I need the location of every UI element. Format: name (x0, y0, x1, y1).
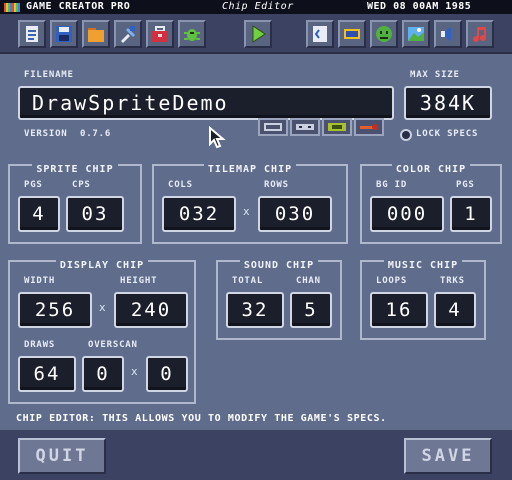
lock-specs-radio[interactable] (400, 129, 412, 141)
new-document-button[interactable] (18, 20, 46, 48)
max-size-label: MAX SIZE (410, 70, 460, 80)
status-hint-text: CHIP EDITOR: THIS ALLOWS YOU TO MODIFY T… (16, 413, 387, 424)
version-value: 0.7.6 (80, 129, 112, 139)
tilemap-times-sign: x (243, 205, 250, 218)
music-editor-button[interactable] (466, 20, 494, 48)
new-document-icon (26, 26, 38, 42)
code-icon (313, 26, 327, 42)
music-trks-label: TRKS (440, 276, 465, 286)
display-times-sign: x (99, 301, 106, 314)
handheld-icon (328, 123, 346, 131)
overscan-times-sign: x (131, 365, 138, 378)
sound-total-field[interactable]: 32 (226, 292, 284, 328)
joystick-icon (360, 124, 378, 130)
save-button[interactable]: SAVE (404, 438, 492, 474)
filename-input[interactable]: DrawSpriteDemo (18, 86, 394, 120)
music-icon (473, 27, 486, 42)
app-name[interactable]: GAME CREATOR PRO (26, 0, 130, 14)
sprite-cps-field[interactable]: 03 (66, 196, 124, 232)
display-overscan-y-field[interactable]: 0 (146, 356, 188, 392)
display-draws-field[interactable]: 64 (18, 356, 76, 392)
version-label: VERSION (24, 129, 68, 139)
tilemap-chip-title: TILEMAP CHIP (203, 164, 297, 175)
bug-icon (184, 29, 200, 41)
cartridge-icon (264, 123, 282, 131)
color-pgs-label: PGS (456, 180, 475, 190)
color-chip-title: COLOR CHIP (391, 164, 471, 175)
music-chip-title: MUSIC CHIP (383, 260, 463, 271)
lock-specs-label: LOCK SPECS (416, 129, 479, 139)
max-size-value[interactable]: 384K (404, 86, 492, 120)
display-width-label: WIDTH (24, 276, 56, 286)
sound-editor-button[interactable] (434, 20, 462, 48)
sound-total-label: TOTAL (232, 276, 264, 286)
save-disk-icon (56, 26, 72, 42)
chip-preset-1-button[interactable] (258, 118, 288, 136)
toolbox-button[interactable] (146, 20, 174, 48)
open-folder-button[interactable] (82, 20, 110, 48)
face-icon (376, 26, 392, 42)
sprite-editor-icon (344, 29, 360, 39)
menu-bar: GAME CREATOR PRO Chip Editor WED 08 00AM… (0, 0, 512, 14)
debug-button[interactable] (178, 20, 206, 48)
tools-button[interactable] (114, 20, 142, 48)
display-overscan-x-field[interactable]: 0 (82, 356, 124, 392)
music-trks-field[interactable]: 4 (434, 292, 476, 328)
image-editor-button[interactable] (402, 20, 430, 48)
toolbox-icon (152, 26, 168, 42)
color-pgs-field[interactable]: 1 (450, 196, 492, 232)
music-loops-label: LOOPS (376, 276, 408, 286)
save-disk-button[interactable] (50, 20, 78, 48)
quit-button[interactable]: QUIT (18, 438, 106, 474)
code-editor-button[interactable] (306, 20, 334, 48)
folder-icon (88, 28, 104, 42)
sound-chan-field[interactable]: 5 (290, 292, 332, 328)
tilemap-cols-field[interactable]: 032 (162, 196, 236, 232)
controller-icon (296, 124, 314, 130)
filename-label: FILENAME (24, 70, 74, 80)
speaker-icon (441, 27, 451, 41)
tilemap-rows-field[interactable]: 030 (258, 196, 332, 232)
sprite-pgs-label: PGS (24, 180, 43, 190)
display-width-field[interactable]: 256 (18, 292, 92, 328)
image-icon (408, 27, 424, 41)
face-editor-button[interactable] (370, 20, 398, 48)
sprite-editor-button[interactable] (338, 20, 366, 48)
color-bgid-label: BG ID (376, 180, 408, 190)
display-overscan-label: OVERSCAN (88, 340, 138, 350)
display-chip-title: DISPLAY CHIP (55, 260, 149, 271)
display-height-field[interactable]: 240 (114, 292, 188, 328)
sprite-pgs-field[interactable]: 4 (18, 196, 60, 232)
sound-chan-label: CHAN (296, 276, 321, 286)
display-draws-label: DRAWS (24, 340, 56, 350)
display-height-label: HEIGHT (120, 276, 158, 286)
clock-datetime: WED 08 00AM 1985 (367, 1, 472, 12)
music-loops-field[interactable]: 16 (370, 292, 428, 328)
sprite-cps-label: CPS (72, 180, 91, 190)
tools-icon (121, 26, 135, 43)
play-button[interactable] (244, 20, 272, 48)
window-title: Chip Editor (222, 1, 294, 12)
app-logo-icon[interactable] (4, 3, 20, 12)
tilemap-cols-label: COLS (168, 180, 193, 190)
play-icon (252, 25, 266, 43)
toolbar (0, 14, 512, 54)
chip-preset-3-button[interactable] (322, 118, 352, 136)
color-bgid-field[interactable]: 000 (370, 196, 444, 232)
tilemap-rows-label: ROWS (264, 180, 289, 190)
sprite-chip-title: SPRITE CHIP (32, 164, 118, 175)
sound-chip-title: SOUND CHIP (239, 260, 319, 271)
chip-preset-4-button[interactable] (354, 118, 384, 136)
mouse-cursor-icon (209, 126, 226, 149)
chip-preset-2-button[interactable] (290, 118, 320, 136)
